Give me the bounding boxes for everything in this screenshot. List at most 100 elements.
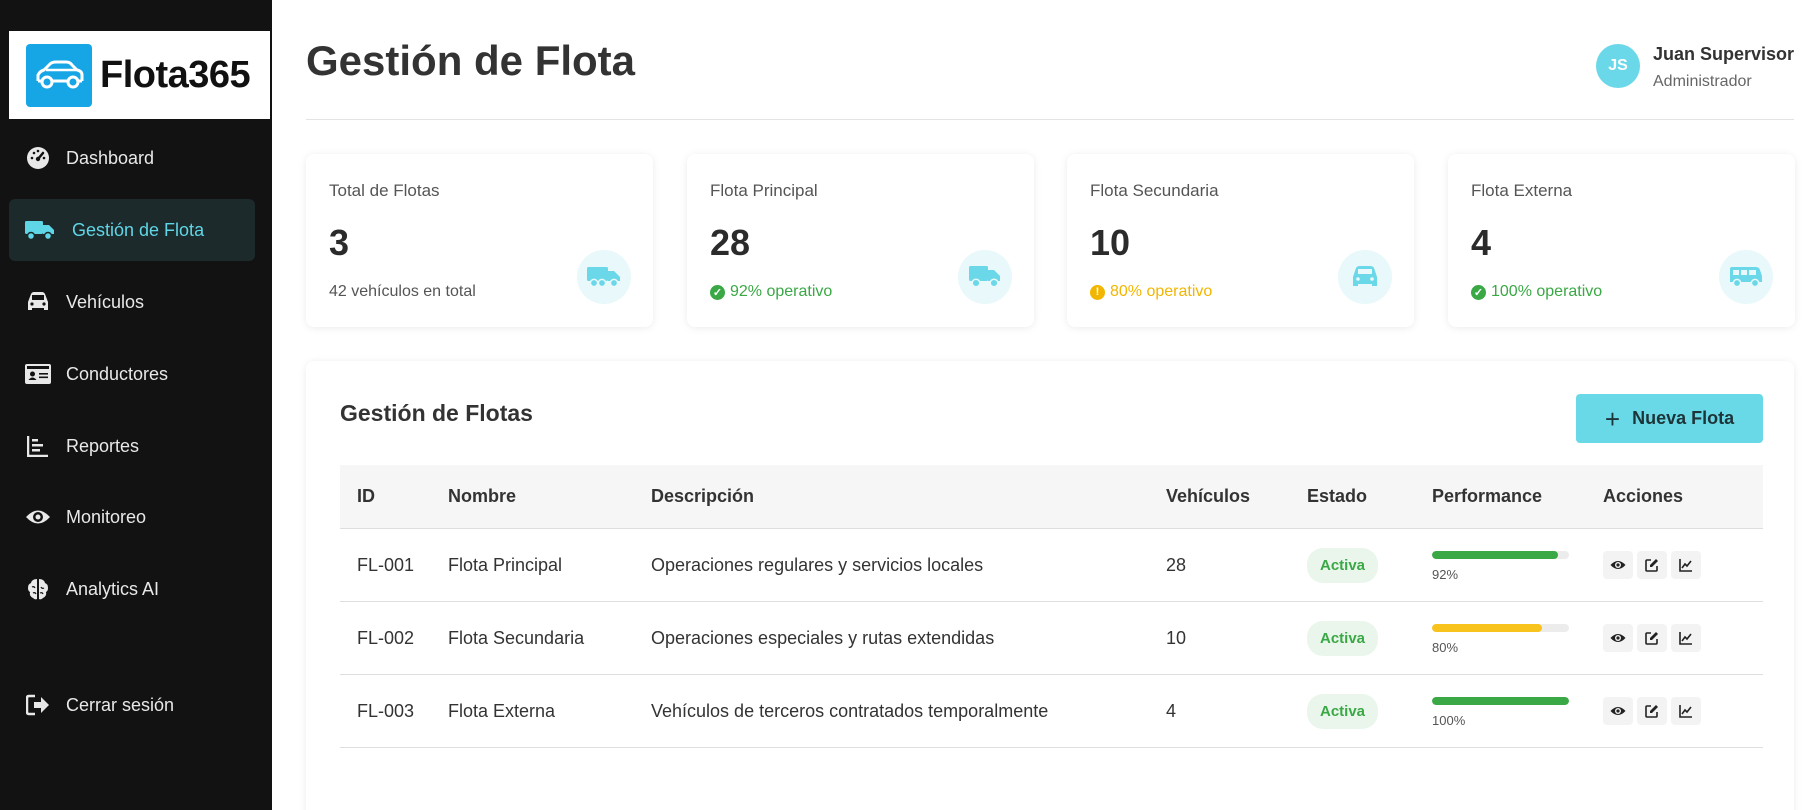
warning-circle-icon: ! xyxy=(1090,284,1105,300)
car-icon xyxy=(24,290,52,314)
sidebar-item-vehiculos[interactable]: Vehículos xyxy=(9,271,255,333)
table-row[interactable]: FL-002 Flota Secundaria Operaciones espe… xyxy=(340,602,1763,675)
new-fleet-button[interactable]: + Nueva Flota xyxy=(1576,394,1763,443)
performance-cell: 80% xyxy=(1432,622,1603,655)
view-button[interactable] xyxy=(1603,624,1633,652)
table-row[interactable]: FL-003 Flota Externa Vehículos de tercer… xyxy=(340,675,1763,748)
page-title: Gestión de Flota xyxy=(306,37,636,84)
truck-icon xyxy=(958,250,1012,304)
performance-bar xyxy=(1432,550,1569,559)
status-badge: Activa xyxy=(1307,547,1379,583)
col-header-acciones: Acciones xyxy=(1603,486,1684,506)
sidebar-item-label: Monitoreo xyxy=(66,506,147,527)
performance-cell: 92% xyxy=(1432,549,1603,582)
col-header-id[interactable]: ID xyxy=(340,486,448,507)
stat-value: 28 xyxy=(710,222,751,263)
edit-button[interactable] xyxy=(1637,697,1667,725)
sidebar-item-label: Dashboard xyxy=(66,147,155,168)
performance-cell: 100% xyxy=(1432,695,1603,728)
row-actions xyxy=(1603,697,1743,725)
table-header: ID Nombre Descripción Vehículos Estado P… xyxy=(340,465,1763,529)
cell-vehicles: 4 xyxy=(1166,700,1177,721)
sidebar-item-label: Analytics AI xyxy=(66,578,160,599)
chart-button[interactable] xyxy=(1671,624,1701,652)
check-circle-icon: ✓ xyxy=(1471,284,1486,300)
chart-button[interactable] xyxy=(1671,697,1701,725)
performance-label: 80% xyxy=(1432,639,1459,655)
user-name: Juan Supervisor xyxy=(1653,44,1795,64)
car-icon xyxy=(1338,250,1392,304)
eye-icon xyxy=(1610,707,1626,715)
fleets-panel: Gestión de Flotas + Nueva Flota ID Nombr… xyxy=(306,361,1794,810)
cell-name: Flota Principal xyxy=(448,554,563,575)
line-chart-icon xyxy=(1679,705,1692,718)
cell-vehicles: 10 xyxy=(1166,627,1187,648)
view-button[interactable] xyxy=(1603,697,1633,725)
col-header-nombre[interactable]: Nombre xyxy=(448,486,651,507)
logout-button[interactable]: Cerrar sesión xyxy=(9,674,255,736)
new-fleet-label: Nueva Flota xyxy=(1632,408,1735,428)
eye-icon xyxy=(1610,561,1626,569)
table-row[interactable]: FL-001 Flota Principal Operaciones regul… xyxy=(340,529,1763,602)
bar-chart-icon xyxy=(24,434,52,458)
van-icon xyxy=(1719,250,1773,304)
sidebar-item-reportes[interactable]: Reportes xyxy=(9,415,255,477)
sidebar-item-conductores[interactable]: Conductores xyxy=(9,343,255,405)
stat-card-flota-secundaria: Flota Secundaria 10 ! 80% operativo xyxy=(1067,154,1414,327)
sidebar-item-monitoreo[interactable]: Monitoreo xyxy=(9,486,255,548)
logo-text: Flota365 xyxy=(100,53,251,96)
edit-icon xyxy=(1645,559,1658,572)
row-actions xyxy=(1603,551,1743,579)
stat-label: Flota Principal xyxy=(710,181,818,200)
stat-label: Total de Flotas xyxy=(329,181,440,200)
logout-label: Cerrar sesión xyxy=(66,694,175,715)
row-actions xyxy=(1603,624,1743,652)
cell-name: Flota Secundaria xyxy=(448,627,585,648)
stat-value: 4 xyxy=(1471,222,1492,263)
panel-title: Gestión de Flotas xyxy=(340,400,533,426)
status-badge: Activa xyxy=(1307,620,1379,656)
cell-id: FL-002 xyxy=(357,627,415,648)
avatar: JS xyxy=(1596,44,1640,88)
truck-icon xyxy=(24,218,56,242)
performance-bar-fill xyxy=(1432,623,1542,632)
cell-name: Flota Externa xyxy=(448,700,556,721)
view-button[interactable] xyxy=(1603,551,1633,579)
truck-icon xyxy=(577,250,631,304)
stat-subtext: ! 80% operativo xyxy=(1090,283,1212,301)
stat-subtext-label: 80% operativo xyxy=(1110,283,1213,300)
chart-button[interactable] xyxy=(1671,551,1701,579)
edit-button[interactable] xyxy=(1637,624,1667,652)
eye-icon xyxy=(24,505,52,529)
performance-label: 92% xyxy=(1432,566,1459,582)
stat-card-total-flotas: Total de Flotas 3 42 vehículos en total xyxy=(306,154,653,327)
header-divider xyxy=(306,119,1794,120)
user-profile[interactable]: JS Juan Supervisor Administrador xyxy=(1596,44,1794,91)
sidebar-item-gestion-flota[interactable]: Gestión de Flota xyxy=(9,199,255,261)
col-header-estado[interactable]: Estado xyxy=(1307,486,1432,507)
performance-bar-fill xyxy=(1432,696,1569,705)
edit-icon xyxy=(1645,632,1658,645)
app-logo[interactable]: Flota365 xyxy=(9,31,270,119)
sidebar-item-label: Reportes xyxy=(66,435,140,456)
cell-id: FL-003 xyxy=(357,700,415,721)
stat-card-flota-principal: Flota Principal 28 ✓ 92% operativo xyxy=(687,154,1034,327)
performance-label: 100% xyxy=(1432,712,1466,728)
edit-button[interactable] xyxy=(1637,551,1667,579)
car-logo-icon xyxy=(26,43,92,107)
fleets-table: ID Nombre Descripción Vehículos Estado P… xyxy=(340,465,1763,748)
stat-subtext-label: 92% operativo xyxy=(730,283,833,300)
sidebar-item-label: Gestión de Flota xyxy=(72,219,205,240)
sidebar-item-analytics-ai[interactable]: Analytics AI xyxy=(9,558,255,620)
plus-icon: + xyxy=(1604,403,1621,434)
col-header-descripcion[interactable]: Descripción xyxy=(651,486,1166,507)
performance-bar xyxy=(1432,623,1569,632)
eye-icon xyxy=(1610,634,1626,642)
id-card-icon xyxy=(24,362,52,386)
cell-description: Operaciones regulares y servicios locale… xyxy=(651,554,984,575)
col-header-vehiculos[interactable]: Vehículos xyxy=(1166,486,1307,507)
stat-subtext: ✓ 92% operativo xyxy=(710,283,832,301)
performance-bar-fill xyxy=(1432,550,1559,559)
col-header-performance[interactable]: Performance xyxy=(1432,486,1603,507)
sidebar-item-dashboard[interactable]: Dashboard xyxy=(9,127,255,189)
